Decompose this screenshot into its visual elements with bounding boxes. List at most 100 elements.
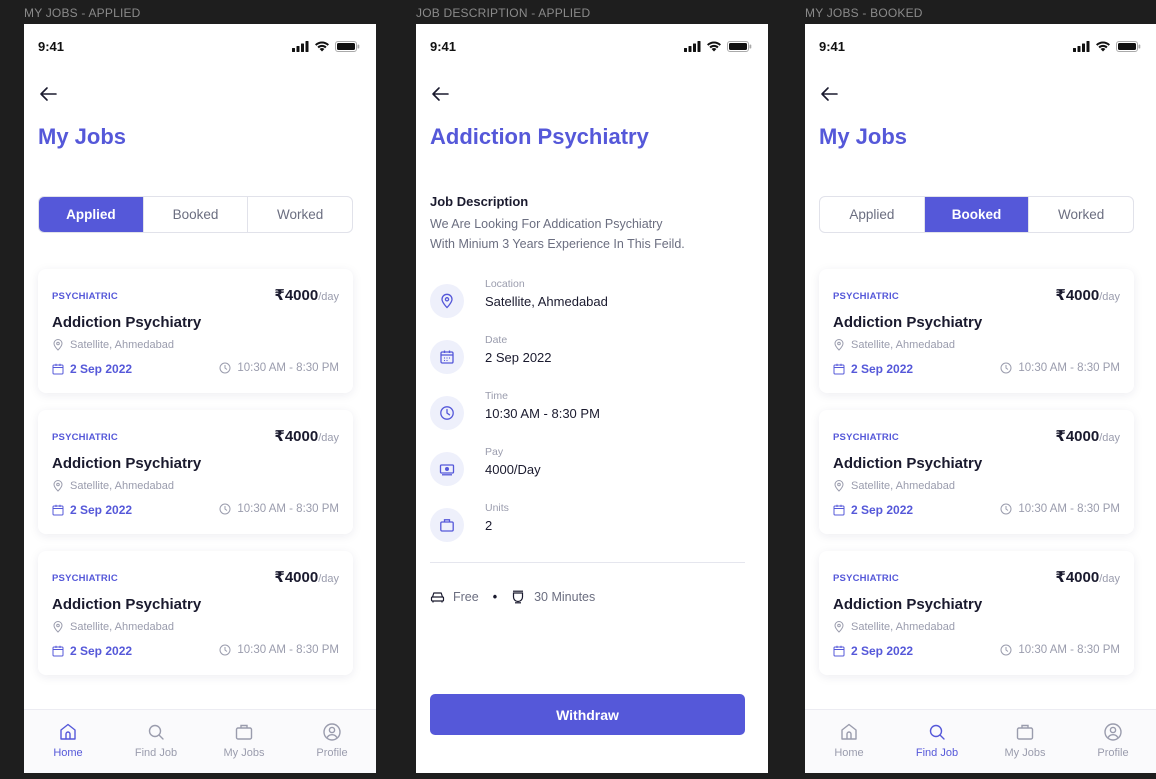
wifi-icon bbox=[1096, 41, 1110, 51]
job-card[interactable]: PSYCHIATRIC ₹4000/day Addiction Psychiat… bbox=[819, 269, 1134, 393]
info-value: 2 bbox=[485, 518, 493, 533]
location-pin-icon bbox=[834, 339, 844, 351]
status-bar: 9:41 bbox=[416, 24, 768, 68]
briefcase-icon bbox=[1016, 724, 1034, 740]
signal-icon bbox=[1073, 40, 1090, 52]
nav-home[interactable]: Home bbox=[24, 710, 112, 773]
info-label: Units bbox=[485, 502, 509, 514]
job-date: 2 Sep 2022 bbox=[833, 503, 913, 517]
job-date: 2 Sep 2022 bbox=[52, 362, 132, 376]
job-date: 2 Sep 2022 bbox=[52, 503, 132, 517]
info-label: Pay bbox=[485, 446, 504, 458]
job-category: PSYCHIATRIC bbox=[833, 573, 899, 584]
wifi-icon bbox=[315, 41, 329, 51]
info-row-date: Date 2 Sep 2022 bbox=[430, 334, 750, 378]
car-icon bbox=[430, 592, 445, 603]
clock-icon bbox=[1000, 362, 1012, 374]
job-location: Satellite, Ahmedabad bbox=[833, 339, 955, 351]
nav-profile[interactable]: Profile bbox=[1069, 710, 1156, 773]
tab-applied[interactable]: Applied bbox=[39, 197, 144, 232]
battery-icon bbox=[1116, 40, 1141, 52]
bottom-nav: Home Find Job My Jobs Profile bbox=[24, 709, 376, 773]
info-value: 10:30 AM - 8:30 PM bbox=[485, 406, 600, 421]
job-hours: 10:30 AM - 8:30 PM bbox=[1000, 503, 1120, 515]
job-date: 2 Sep 2022 bbox=[52, 644, 132, 658]
job-title: Addiction Psychiatry bbox=[52, 314, 202, 331]
calendar-icon bbox=[52, 363, 64, 375]
job-card[interactable]: PSYCHIATRIC ₹4000/day Addiction Psychiat… bbox=[819, 551, 1134, 675]
battery-icon bbox=[335, 40, 360, 52]
job-title: Addiction Psychiatry bbox=[833, 314, 983, 331]
search-icon bbox=[929, 724, 945, 740]
job-extras: Free • 30 Minutes bbox=[430, 590, 595, 604]
jobs-tab-bar: Applied Booked Worked bbox=[38, 196, 353, 233]
clock-icon bbox=[1000, 503, 1012, 515]
job-card[interactable]: PSYCHIATRIC ₹4000/day Addiction Psychiat… bbox=[38, 269, 353, 393]
job-price: ₹4000/day bbox=[1055, 287, 1120, 304]
tab-booked[interactable]: Booked bbox=[144, 197, 249, 232]
job-hours: 10:30 AM - 8:30 PM bbox=[219, 644, 339, 656]
job-card[interactable]: PSYCHIATRIC ₹4000/day Addiction Psychiat… bbox=[38, 410, 353, 534]
job-title: Addiction Psychiatry bbox=[833, 596, 983, 613]
clock-icon bbox=[219, 503, 231, 515]
page-title: My Jobs bbox=[819, 124, 908, 149]
screen-my-jobs-booked: 9:41 My Jobs Applied Booked Worked PSYCH… bbox=[805, 24, 1156, 773]
tab-applied[interactable]: Applied bbox=[820, 197, 925, 232]
nav-home[interactable]: Home bbox=[805, 710, 893, 773]
home-icon bbox=[60, 723, 76, 740]
status-time: 9:41 bbox=[430, 38, 457, 54]
cash-icon bbox=[439, 464, 455, 476]
calendar-icon bbox=[52, 504, 64, 516]
job-hours: 10:30 AM - 8:30 PM bbox=[1000, 362, 1120, 374]
nav-profile[interactable]: Profile bbox=[288, 710, 376, 773]
battery-icon bbox=[727, 40, 752, 52]
signal-icon bbox=[684, 40, 701, 52]
job-card[interactable]: PSYCHIATRIC ₹4000/day Addiction Psychiat… bbox=[819, 410, 1134, 534]
back-arrow-icon[interactable] bbox=[817, 82, 841, 106]
profile-icon bbox=[323, 723, 341, 741]
info-row-location: Location Satellite, Ahmedabad bbox=[430, 278, 750, 322]
location-pin-icon bbox=[53, 621, 63, 633]
job-hours: 10:30 AM - 8:30 PM bbox=[1000, 644, 1120, 656]
screen-my-jobs-applied: 9:41 My Jobs Applied Booked Worked PSYCH… bbox=[24, 24, 376, 773]
info-row-units: Units 2 bbox=[430, 502, 750, 546]
job-location: Satellite, Ahmedabad bbox=[52, 339, 174, 351]
nav-my-jobs[interactable]: My Jobs bbox=[200, 710, 288, 773]
job-category: PSYCHIATRIC bbox=[52, 291, 118, 302]
back-arrow-icon[interactable] bbox=[428, 82, 452, 106]
job-hours: 10:30 AM - 8:30 PM bbox=[219, 362, 339, 374]
job-price: ₹4000/day bbox=[274, 569, 339, 586]
job-title: Addiction Psychiatry bbox=[833, 455, 983, 472]
job-card[interactable]: PSYCHIATRIC ₹4000/day Addiction Psychiat… bbox=[38, 551, 353, 675]
calendar-icon bbox=[52, 645, 64, 657]
wifi-icon bbox=[707, 41, 721, 51]
nav-find-job[interactable]: Find Job bbox=[893, 710, 981, 773]
break-text: 30 Minutes bbox=[534, 590, 596, 604]
frame-label-booked: MY JOBS - BOOKED bbox=[805, 6, 923, 20]
page-title: Addiction Psychiatry bbox=[430, 124, 649, 149]
coffee-cup-icon bbox=[512, 590, 524, 604]
tab-booked[interactable]: Booked bbox=[924, 197, 1030, 232]
divider bbox=[430, 562, 745, 563]
calendar-icon bbox=[833, 645, 845, 657]
job-location: Satellite, Ahmedabad bbox=[52, 621, 174, 633]
job-location: Satellite, Ahmedabad bbox=[52, 480, 174, 492]
info-value: Satellite, Ahmedabad bbox=[485, 294, 608, 309]
location-pin-icon bbox=[53, 480, 63, 492]
briefcase-icon bbox=[235, 724, 253, 740]
back-arrow-icon[interactable] bbox=[36, 82, 60, 106]
clock-icon bbox=[1000, 644, 1012, 656]
withdraw-button[interactable]: Withdraw bbox=[430, 694, 745, 735]
tab-worked[interactable]: Worked bbox=[248, 197, 352, 232]
page-title: My Jobs bbox=[38, 124, 127, 149]
nav-my-jobs[interactable]: My Jobs bbox=[981, 710, 1069, 773]
job-price: ₹4000/day bbox=[1055, 569, 1120, 586]
job-description-heading: Job Description bbox=[430, 194, 529, 209]
location-pin-icon bbox=[834, 621, 844, 633]
job-date: 2 Sep 2022 bbox=[833, 644, 913, 658]
job-description-text: We Are Looking For Addication Psychiatry… bbox=[430, 217, 685, 251]
status-time: 9:41 bbox=[38, 38, 65, 54]
tab-worked[interactable]: Worked bbox=[1029, 197, 1133, 232]
nav-find-job[interactable]: Find Job bbox=[112, 710, 200, 773]
profile-icon bbox=[1104, 723, 1122, 741]
